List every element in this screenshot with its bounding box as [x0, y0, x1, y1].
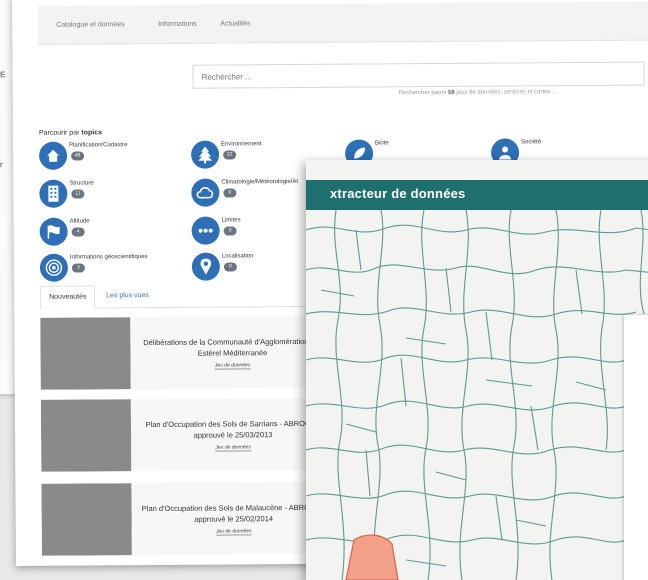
dataset-title[interactable]: Plan d'Occupation des Sols de Malaucène … — [134, 502, 334, 525]
nav-item-catalogue[interactable]: Catalogue et données — [56, 21, 125, 28]
communes-map[interactable] — [306, 210, 648, 580]
extractor-side-panel — [624, 315, 648, 580]
topic-label: Structure — [69, 180, 94, 187]
topic-count-badge: 4 — [71, 227, 85, 237]
extractor-header: xtracteur de données — [306, 180, 648, 210]
cloud-icon — [191, 178, 220, 207]
dataset-type-label: Jeu de données — [214, 362, 251, 370]
topic-count-badge: 3 — [71, 263, 85, 273]
background-text-fragment: GE — [0, 70, 6, 80]
dataset-thumbnail-icon — [41, 483, 132, 556]
search-hint: Rechercher parmi 58 jeux de données, ser… — [399, 89, 557, 96]
browse-keyword: topics — [81, 129, 103, 137]
dataset-card[interactable]: Plan d'Occupation des Sols de Sarrians -… — [40, 397, 333, 472]
topic-label: Environnement — [221, 141, 262, 148]
search-hint-prefix: Rechercher parmi — [398, 89, 447, 97]
background-text-fragment: or — [0, 160, 3, 170]
search-box — [192, 61, 645, 89]
dataset-thumbnail-icon — [40, 399, 132, 472]
search-input[interactable] — [193, 62, 644, 88]
browse-by-topics-heading: Parcourir par topics — [39, 129, 102, 136]
dataset-type: Jeu de données — [133, 362, 333, 370]
dataset-card[interactable]: Plan d'Occupation des Sols de Malaucène … — [41, 481, 334, 556]
dataset-tabs: Nouveautés Les plus vues — [40, 283, 331, 309]
topic-label: Société — [521, 139, 542, 146]
search-hint-count: 58 — [448, 89, 455, 96]
nav-item-actualites[interactable]: Actualités — [220, 20, 250, 27]
browse-prefix: Parcourir par — [38, 129, 80, 137]
search-hint-suffix: jeux de données, services et cartes ... — [456, 89, 558, 96]
tab-les-plus-vues[interactable]: Les plus vues — [98, 285, 157, 306]
dataset-type: Jeu de données — [133, 444, 333, 452]
data-extractor-window: xtracteur de données — [306, 160, 648, 580]
topic-label: Limites — [221, 217, 241, 224]
topic-label: Informations géoscientifiques — [69, 254, 148, 261]
building-icon — [39, 179, 68, 208]
topic-count-badge: 0 — [223, 262, 237, 272]
map-pin-icon — [191, 252, 220, 281]
dataset-type: Jeu de données — [134, 528, 334, 536]
nav-item-informations[interactable]: Informations — [158, 21, 197, 28]
dataset-type-label: Jeu de données — [215, 528, 252, 536]
tab-nouveautes[interactable]: Nouveautés — [40, 285, 96, 309]
topic-count-badge: 22 — [223, 150, 237, 160]
topic-label: Planification/Cadastre — [69, 142, 128, 149]
dataset-title[interactable]: Plan d'Occupation des Sols de Sarrians -… — [133, 418, 333, 441]
flag-icon — [39, 217, 68, 246]
topic-count-badge: 11 — [71, 189, 85, 199]
topic-label: Climatologie/Météorologie/At — [221, 179, 299, 186]
topic-count-badge: 0 — [223, 188, 237, 198]
topic-label: Biote — [375, 140, 389, 147]
target-icon — [39, 253, 68, 282]
dataset-card[interactable]: Délibérations de la Communauté d'Agglomé… — [40, 315, 333, 390]
dataset-title[interactable]: Délibérations de la Communauté d'Agglomé… — [132, 336, 332, 359]
extractor-title: xtracteur de données — [330, 186, 466, 201]
topic-label: Altitude — [69, 218, 90, 225]
dots-icon — [191, 216, 220, 245]
selected-commune-highlight[interactable] — [345, 534, 399, 580]
top-navigation-bar: Catalogue et données Informations Actual… — [38, 1, 648, 45]
topic-count-badge: 48 — [71, 151, 85, 161]
cadastre-house-icon — [39, 141, 68, 170]
topic-label: Localisation — [221, 253, 254, 260]
tree-icon — [191, 140, 220, 169]
dataset-thumbnail-icon — [40, 317, 131, 390]
topic-count-badge: 0 — [223, 226, 237, 236]
dataset-type-label: Jeu de données — [215, 444, 251, 452]
